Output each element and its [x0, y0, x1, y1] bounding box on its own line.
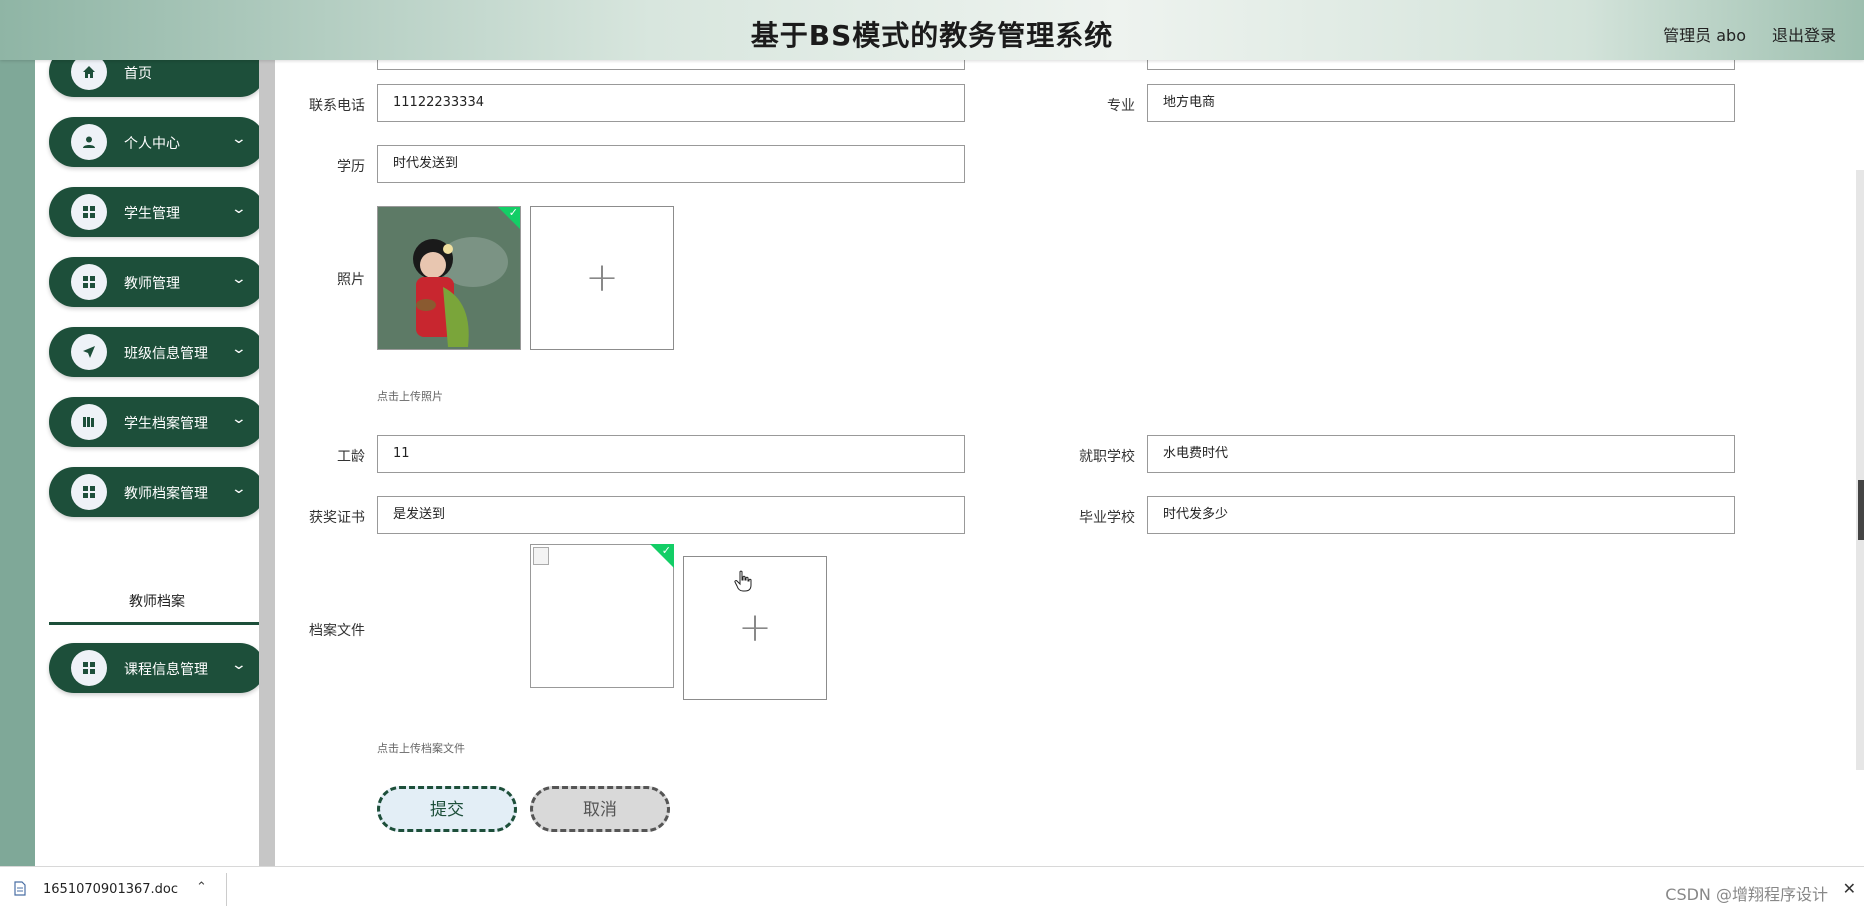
sidebar-item-label: 教师档案管理 — [124, 486, 208, 502]
admin-user-label: 管理员 abo — [1663, 26, 1746, 45]
grid-icon — [71, 194, 107, 230]
main-scrollbar[interactable] — [1856, 170, 1864, 770]
phone-label: 联系电话 — [309, 98, 365, 114]
major-input[interactable]: 地方电商 — [1147, 84, 1735, 122]
user-icon — [71, 124, 107, 160]
cut-off-field[interactable] — [1147, 60, 1735, 70]
send-icon — [71, 334, 107, 370]
sidebar-item-label: 学生档案管理 — [124, 416, 208, 432]
download-file-name[interactable]: 1651070901367.doc — [43, 882, 178, 897]
sidebar: 首页 个人中心 ⌄ 学生管理 ⌄ 教师管理 ⌄ 班级信息管理 ⌄ 学生档案管理 — [35, 47, 265, 866]
archive-file-label: 档案文件 — [309, 623, 365, 639]
graduate-school-label: 毕业学校 — [1079, 510, 1135, 526]
uploaded-archive-file[interactable]: ✓ — [530, 544, 674, 688]
education-label: 学历 — [337, 159, 365, 175]
submit-button[interactable]: 提交 — [377, 786, 517, 832]
browser-download-bar: 1651070901367.doc ⌃ CSDN @增翔程序设计 ✕ — [0, 866, 1864, 912]
grid-icon — [71, 650, 107, 686]
certificate-input[interactable]: 是发送到 — [377, 496, 965, 534]
close-icon[interactable]: ✕ — [1843, 879, 1856, 898]
work-years-input[interactable]: 11 — [377, 435, 965, 473]
major-label: 专业 — [1107, 98, 1135, 114]
sidebar-divider — [259, 60, 275, 866]
divider — [226, 873, 227, 906]
sidebar-item-label: 课程信息管理 — [124, 662, 208, 678]
sidebar-item-class-management[interactable]: 班级信息管理 ⌄ — [49, 327, 265, 377]
grid-icon — [71, 474, 107, 510]
cancel-button[interactable]: 取消 — [530, 786, 670, 832]
work-years-label: 工龄 — [337, 449, 365, 465]
chevron-up-icon[interactable]: ⌃ — [196, 880, 207, 895]
scrollbar-thumb[interactable] — [1858, 480, 1864, 540]
archive-upload-hint: 点击上传档案文件 — [377, 742, 465, 755]
page-title: 基于BS模式的教务管理系统 — [750, 19, 1114, 52]
chevron-down-icon: ⌄ — [230, 341, 248, 357]
check-icon: ✓ — [661, 544, 671, 557]
sidebar-item-label: 学生管理 — [124, 206, 180, 222]
sidebar-item-student-management[interactable]: 学生管理 ⌄ — [49, 187, 265, 237]
hand-cursor-icon — [734, 570, 752, 592]
document-icon — [14, 881, 26, 900]
sidebar-item-label: 班级信息管理 — [124, 346, 208, 362]
watermark-credit: CSDN @增翔程序设计 — [1665, 885, 1828, 904]
sidebar-item-teacher-management[interactable]: 教师管理 ⌄ — [49, 257, 265, 307]
sidebar-item-student-archive[interactable]: 学生档案管理 ⌄ — [49, 397, 265, 447]
logout-link[interactable]: 退出登录 — [1772, 22, 1836, 46]
broken-image-icon — [533, 547, 549, 565]
plus-icon: + — [585, 255, 619, 301]
sidebar-item-label: 首页 — [124, 66, 152, 82]
sidebar-item-label: 个人中心 — [124, 136, 180, 152]
left-decor-strip — [0, 60, 35, 866]
school-input[interactable]: 水电费时代 — [1147, 435, 1735, 473]
book-icon — [71, 404, 107, 440]
check-icon: ✓ — [508, 206, 518, 219]
cut-off-field[interactable] — [377, 60, 965, 70]
archive-upload-button[interactable]: + — [683, 556, 827, 700]
sidebar-item-course-management[interactable]: 课程信息管理 ⌄ — [49, 643, 265, 693]
education-input[interactable]: 时代发送到 — [377, 145, 965, 183]
sidebar-item-label: 教师管理 — [124, 276, 180, 292]
graduate-school-input[interactable]: 时代发多少 — [1147, 496, 1735, 534]
photo-label: 照片 — [337, 272, 365, 288]
sidebar-item-teacher-archive[interactable]: 教师档案管理 ⌄ — [49, 467, 265, 517]
plus-icon: + — [738, 605, 772, 651]
sidebar-item-personal-center[interactable]: 个人中心 ⌄ — [49, 117, 265, 167]
chevron-down-icon: ⌄ — [230, 131, 248, 147]
chevron-down-icon: ⌄ — [230, 201, 248, 217]
certificate-label: 获奖证书 — [309, 510, 365, 526]
chevron-down-icon: ⌄ — [230, 411, 248, 427]
grid-icon — [71, 264, 107, 300]
top-header: 基于BS模式的教务管理系统 管理员 abo 退出登录 — [0, 0, 1864, 60]
chevron-down-icon: ⌄ — [230, 271, 248, 287]
uploaded-photo[interactable]: ✓ — [377, 206, 521, 350]
photo-upload-button[interactable]: + — [530, 206, 674, 350]
submenu-teacher-archive[interactable]: 教师档案 — [49, 584, 265, 625]
chevron-down-icon: ⌄ — [230, 481, 248, 497]
chevron-down-icon: ⌄ — [230, 657, 248, 673]
phone-input[interactable]: 11122233334 — [377, 84, 965, 122]
photo-upload-hint: 点击上传照片 — [377, 390, 443, 403]
main-content: 联系电话 11122233334 专业 地方电商 学历 时代发送到 照片 ✓ +… — [275, 60, 1864, 866]
school-label: 就职学校 — [1079, 449, 1135, 465]
